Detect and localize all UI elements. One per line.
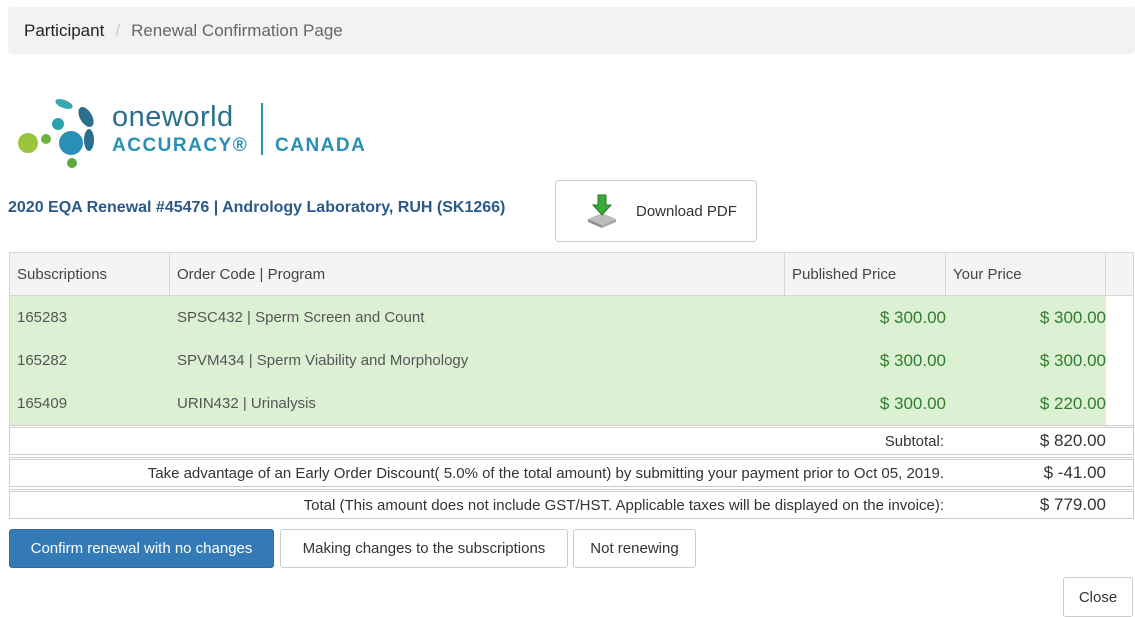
cell-your-price: $ 300.00 [1039,350,1106,370]
table-row[interactable]: 165409 URIN432 | Urinalysis $ 300.00 $ 2… [10,382,1133,425]
header-spacer [1106,253,1133,295]
close-button[interactable]: Close [1063,577,1133,617]
cell-program: URIN432 | Urinalysis [177,395,316,412]
discount-amount: $ -41.00 [1043,463,1106,482]
discount-row: Take advantage of an Early Order Discoun… [9,457,1134,487]
subtotal-amount: $ 820.00 [1039,431,1106,450]
cell-published-price: $ 300.00 [879,393,946,413]
breadcrumb: Participant / Renewal Confirmation Page [8,7,1135,54]
table-body: 165283 SPSC432 | Sperm Screen and Count … [10,296,1133,425]
renewal-title: 2020 EQA Renewal #45476 | Andrology Labo… [8,199,506,216]
cell-program: SPSC432 | Sperm Screen and Count [177,309,425,326]
header-your-price[interactable]: Your Price [946,253,1106,295]
logo-accuracy-text: ACCURACY® [112,135,249,156]
breadcrumb-current-page: Renewal Confirmation Page [131,20,343,40]
logo-dots-icon [18,99,94,168]
logo-divider [261,103,263,155]
breadcrumb-participant[interactable]: Participant [24,21,104,41]
header-published-price[interactable]: Published Price [785,253,946,295]
subtotal-row: Subtotal: $ 820.00 [9,425,1134,455]
logo-canada-text: CANADA [275,135,367,156]
cell-your-price: $ 220.00 [1039,393,1106,413]
table-row[interactable]: 165282 SPVM434 | Sperm Viability and Mor… [10,339,1133,382]
download-pdf-label: Download PDF [636,202,737,220]
cell-program: SPVM434 | Sperm Viability and Morphology [177,352,469,369]
total-amount: $ 779.00 [1039,495,1106,514]
breadcrumb-separator: / [115,20,121,40]
cell-subscription: 165409 [17,395,68,412]
make-changes-button[interactable]: Making changes to the subscriptions [280,529,568,568]
cell-subscription: 165282 [17,352,68,369]
subscriptions-table: Subscriptions Order Code | Program Publi… [9,252,1134,426]
download-pdf-icon [588,194,616,228]
table-row[interactable]: 165283 SPSC432 | Sperm Screen and Count … [10,296,1133,339]
not-renewing-button[interactable]: Not renewing [573,529,696,568]
cell-published-price: $ 300.00 [879,307,946,327]
subtotal-label: Subtotal: [884,432,944,450]
discount-label: Take advantage of an Early Order Discoun… [147,464,944,482]
cell-published-price: $ 300.00 [879,350,946,370]
logo-oneworld-text: oneworld [112,101,234,133]
confirm-renewal-button[interactable]: Confirm renewal with no changes [9,529,274,568]
total-label: Total (This amount does not include GST/… [303,496,944,514]
header-subscriptions[interactable]: Subscriptions [10,253,170,295]
oneworld-accuracy-logo: oneworld ACCURACY® CANADA [16,95,396,175]
cell-your-price: $ 300.00 [1039,307,1106,327]
table-header: Subscriptions Order Code | Program Publi… [10,253,1133,296]
header-order-code-program[interactable]: Order Code | Program [170,253,785,295]
cell-subscription: 165283 [17,309,68,326]
download-pdf-button[interactable]: Download PDF [555,180,757,242]
total-row: Total (This amount does not include GST/… [9,489,1134,519]
